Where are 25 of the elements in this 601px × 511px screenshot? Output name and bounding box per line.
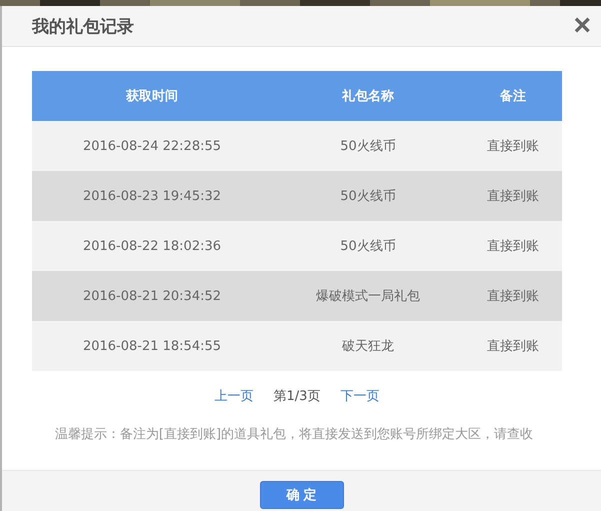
table-cell: 50火线币 [272, 121, 464, 171]
table-cell: 直接到账 [464, 321, 562, 371]
table-cell: 破天狂龙 [272, 321, 464, 371]
table-cell: 直接到账 [464, 171, 562, 221]
table-cell: 爆破模式一局礼包 [272, 271, 464, 321]
table-cell: 直接到账 [464, 121, 562, 171]
table-cell: 50火线币 [272, 221, 464, 271]
table-cell: 直接到账 [464, 271, 562, 321]
table-cell: 2016-08-24 22:28:55 [32, 121, 272, 171]
table-cell: 50火线币 [272, 171, 464, 221]
dialog-title: 我的礼包记录 [32, 16, 134, 38]
table-cell: 直接到账 [464, 221, 562, 271]
close-button[interactable]: × [569, 11, 595, 41]
column-header: 获取时间 [32, 71, 272, 121]
next-page-link[interactable]: 下一页 [340, 387, 380, 405]
table-cell: 2016-08-23 19:45:32 [32, 171, 272, 221]
confirm-button[interactable]: 确 定 [260, 481, 344, 509]
table-cell: 2016-08-21 18:54:55 [32, 321, 272, 371]
tip-text: 温馨提示：备注为[直接到账]的道具礼包，将直接发送到您账号所绑定大区，请查收 [54, 426, 534, 443]
table-cell: 2016-08-21 20:34:52 [32, 271, 272, 321]
page-indicator: 第1/3页 [274, 388, 320, 405]
table-cell: 2016-08-22 18:02:36 [32, 221, 272, 271]
column-header: 礼包名称 [272, 71, 464, 121]
column-header: 备注 [464, 71, 562, 121]
prev-page-link[interactable]: 上一页 [214, 387, 254, 405]
